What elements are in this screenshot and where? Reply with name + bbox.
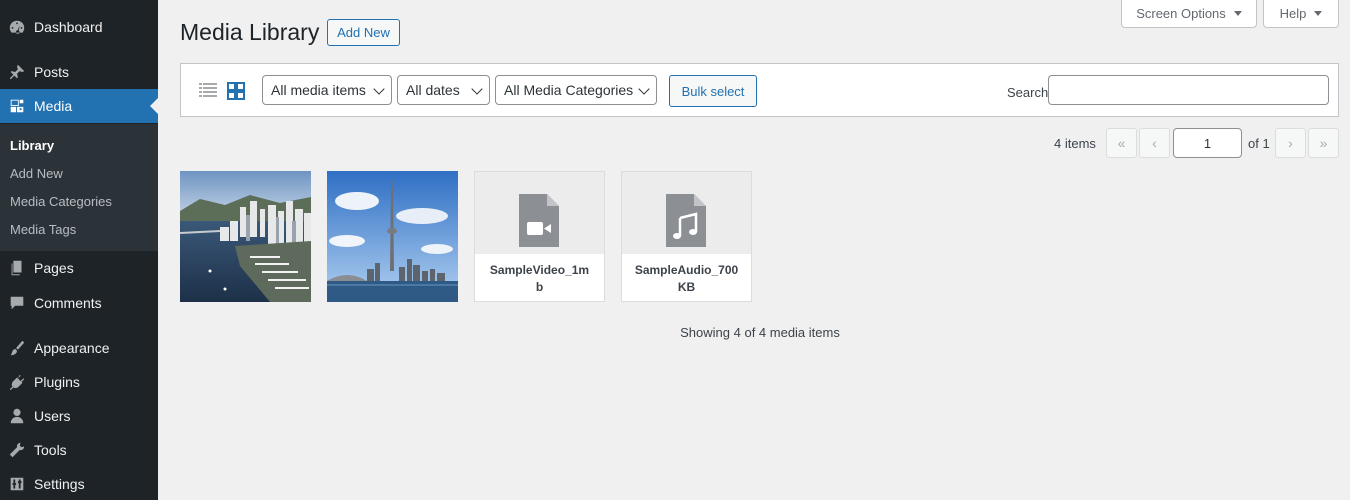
dashboard-icon [7,17,27,37]
media-item-toronto[interactable] [327,171,458,302]
page-icon [7,258,27,278]
sidebar-item-dashboard[interactable]: Dashboard [0,10,158,44]
category-filter-value: All Media Categories [504,82,634,98]
page-title: Media Library [180,19,320,45]
sidebar-item-tools[interactable]: Tools [0,433,158,467]
search-label: Search [1007,85,1049,100]
category-filter[interactable]: All Media Categories [495,75,657,105]
audio-file-icon [666,194,706,247]
sidebar-item-label: Comments [34,295,102,311]
media-type-filter[interactable]: All media items [262,75,392,105]
sidebar-item-comments[interactable]: Comments [0,286,158,320]
sidebar-item-label: Pages [34,260,74,276]
media-toolbar: All media items All dates All Media Cate… [180,63,1339,117]
prev-page-button[interactable]: ‹ [1139,128,1170,158]
submenu-add-new[interactable]: Add New [10,166,63,181]
total-pages: of 1 [1248,136,1270,151]
submenu-library[interactable]: Library [10,138,54,153]
media-type-filter-value: All media items [271,82,366,98]
caret-down-icon [1314,11,1323,16]
toronto-thumbnail [327,171,458,302]
search-input[interactable] [1048,75,1329,105]
plugin-icon [7,372,27,392]
current-page-input[interactable]: 1 [1173,128,1242,158]
sidebar-item-media[interactable]: Media [0,89,158,123]
submenu-media-categories[interactable]: Media Categories [10,194,112,209]
sidebar-item-settings[interactable]: Settings [0,467,158,500]
admin-sidebar: Dashboard Posts Media Library Add New Me… [0,0,158,500]
sidebar-item-label: Users [34,408,71,424]
help-label: Help [1279,6,1307,21]
showing-count: Showing 4 of 4 media items [680,325,840,340]
media-item-sampleaudio[interactable]: SampleAudio_700KB [621,171,752,302]
date-filter-value: All dates [406,82,460,98]
add-new-button[interactable]: Add New [327,19,400,46]
date-filter[interactable]: All dates [397,75,490,105]
wrench-icon [7,440,27,460]
video-file-icon [519,194,559,247]
paintbrush-icon [7,338,27,358]
sidebar-item-label: Plugins [34,374,80,390]
chevron-down-icon [638,83,650,95]
sidebar-item-label: Dashboard [34,19,103,35]
media-submenu: Library Add New Media Categories Media T… [0,124,158,251]
pushpin-icon [7,62,27,82]
media-item-samplevideo[interactable]: SampleVideo_1mb [474,171,605,302]
last-page-button[interactable]: » [1308,128,1339,158]
caret-down-icon [1233,11,1242,16]
file-name: SampleAudio_700KB [622,254,751,301]
vancouver-thumbnail [180,171,311,302]
next-page-button[interactable]: › [1275,128,1306,158]
sidebar-item-label: Media [34,98,73,114]
sidebar-item-label: Appearance [34,340,110,356]
sidebar-item-plugins[interactable]: Plugins [0,365,158,399]
settings-icon [7,474,27,494]
sidebar-item-users[interactable]: Users [0,399,158,433]
bulk-select-button[interactable]: Bulk select [669,75,757,107]
chevron-down-icon [471,83,483,95]
screen-options-label: Screen Options [1136,6,1226,21]
items-count: 4 items [1054,136,1096,151]
media-icon [7,96,27,116]
chevron-down-icon [373,83,385,95]
sidebar-item-pages[interactable]: Pages [0,251,158,285]
screen-options-button[interactable]: Screen Options [1121,0,1257,28]
sidebar-item-posts[interactable]: Posts [0,55,158,89]
help-button[interactable]: Help [1263,0,1339,28]
file-name: SampleVideo_1mb [475,254,604,301]
list-view-icon[interactable] [198,81,218,101]
grid-view-icon[interactable] [226,81,246,101]
sidebar-item-label: Settings [34,476,85,492]
media-item-vancouver[interactable] [180,171,311,302]
first-page-button[interactable]: « [1106,128,1137,158]
sidebar-item-label: Tools [34,442,67,458]
submenu-media-tags[interactable]: Media Tags [10,222,76,237]
sidebar-item-label: Posts [34,64,70,80]
comment-icon [7,293,27,313]
user-icon [7,406,27,426]
